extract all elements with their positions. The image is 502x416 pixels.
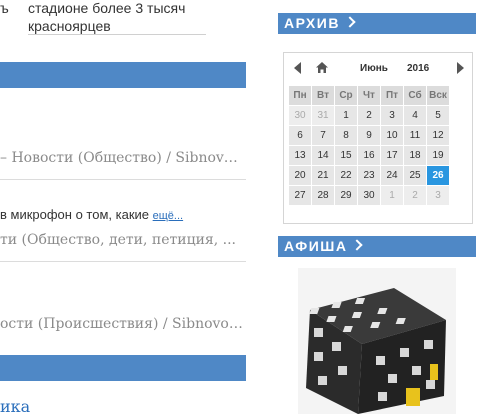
calendar-day[interactable]: 22	[335, 166, 357, 185]
news-meta-3[interactable]: ости (Происшествия) / Sibnovo…	[0, 316, 243, 332]
chevron-right-icon	[351, 239, 364, 251]
calendar-day[interactable]: 25	[404, 166, 426, 185]
calendar-day[interactable]: 23	[358, 166, 380, 185]
calendar-day[interactable]: 29	[335, 186, 357, 205]
calendar-day-today[interactable]: 26	[427, 166, 449, 185]
archive-title-bar[interactable]: АРХИВ	[278, 13, 476, 34]
calendar-day[interactable]: 18	[404, 146, 426, 165]
calendar-week-row: 20 21 22 23 24 25 26	[289, 166, 449, 185]
calendar-header: Июнь 2016	[284, 53, 472, 85]
calendar-day[interactable]: 28	[312, 186, 334, 205]
calendar-day[interactable]: 20	[289, 166, 311, 185]
calendar-day[interactable]: 9	[358, 126, 380, 145]
weekday-label: Ср	[335, 86, 357, 105]
calendar-year: 2016	[407, 63, 430, 74]
article-fragment: ъ	[0, 0, 9, 16]
section-header-bar	[0, 355, 246, 381]
home-icon[interactable]	[315, 61, 329, 74]
calendar-grid: Пн Вт Ср Чт Пт Сб Вск 30 31 1 2 3 4 5 6 7 8 9 10 11 12 13 14 15…	[288, 85, 450, 206]
read-more-link[interactable]: ещё...	[153, 210, 183, 222]
calendar-week-row: 13 14 15 16 17 18 19	[289, 146, 449, 165]
news-meta-1[interactable]: – Новости (Общество) / Sibnov…	[0, 150, 238, 166]
section-header-bar	[0, 62, 246, 88]
calendar-week-row: 27 28 29 30 1 2 3	[289, 186, 449, 205]
calendar-day[interactable]: 6	[289, 126, 311, 145]
calendar-day[interactable]: 1	[381, 186, 403, 205]
calendar-week-row: 30 31 1 2 3 4 5	[289, 106, 449, 125]
calendar-day[interactable]: 2	[404, 186, 426, 205]
calendar-day[interactable]: 21	[312, 166, 334, 185]
keyboard-cube-image	[306, 288, 446, 414]
divider	[0, 179, 246, 180]
calendar-day[interactable]: 3	[381, 106, 403, 125]
weekday-label: Вт	[312, 86, 334, 105]
calendar-day[interactable]: 8	[335, 126, 357, 145]
weekday-label: Пн	[289, 86, 311, 105]
calendar-day[interactable]: 27	[289, 186, 311, 205]
calendar-day[interactable]: 24	[381, 166, 403, 185]
calendar-day[interactable]: 11	[404, 126, 426, 145]
calendar-week-row: 6 7 8 9 10 11 12	[289, 126, 449, 145]
news-meta-2[interactable]: ти (Общество, дети, петиция, ...	[0, 232, 236, 248]
calendar-day[interactable]: 17	[381, 146, 403, 165]
bottom-link[interactable]: ика	[0, 397, 30, 416]
calendar-day[interactable]: 3	[427, 186, 449, 205]
next-month-icon[interactable]	[457, 62, 464, 74]
afisha-poster-image[interactable]	[298, 268, 456, 414]
calendar-day[interactable]: 1	[335, 106, 357, 125]
afisha-title-bar[interactable]: АФИША	[278, 236, 476, 257]
calendar-month: Июнь	[360, 63, 388, 74]
archive-title: АРХИВ	[284, 15, 340, 31]
prev-month-icon[interactable]	[294, 62, 301, 74]
calendar-day[interactable]: 30	[289, 106, 311, 125]
calendar-day[interactable]: 13	[289, 146, 311, 165]
weekday-label: Вск	[427, 86, 449, 105]
weekday-label: Пт	[381, 86, 403, 105]
stadium-text-line1: стадионе более 3 тысяч	[28, 0, 186, 16]
weekday-label: Сб	[404, 86, 426, 105]
calendar-day[interactable]: 16	[358, 146, 380, 165]
stadium-text-line2: красноярцев	[28, 18, 111, 34]
calendar-day[interactable]: 7	[312, 126, 334, 145]
chevron-right-icon	[344, 16, 356, 28]
weekday-row: Пн Вт Ср Чт Пт Сб Вск	[289, 86, 449, 105]
calendar-day[interactable]: 14	[312, 146, 334, 165]
afisha-title: АФИША	[284, 238, 348, 254]
calendar-day[interactable]: 5	[427, 106, 449, 125]
calendar-day[interactable]: 19	[427, 146, 449, 165]
calendar-day[interactable]: 4	[404, 106, 426, 125]
news-snippet-text: в микрофон о том, какие	[0, 207, 150, 222]
calendar-day[interactable]: 15	[335, 146, 357, 165]
calendar-day[interactable]: 12	[427, 126, 449, 145]
weekday-label: Чт	[358, 86, 380, 105]
calendar-day[interactable]: 30	[358, 186, 380, 205]
calendar-day[interactable]: 10	[381, 126, 403, 145]
calendar-day[interactable]: 2	[358, 106, 380, 125]
archive-calendar: Июнь 2016 Пн Вт Ср Чт Пт Сб Вск 30 31 1 2 3 4 5 6 7 8 9 10…	[283, 52, 473, 224]
news-snippet: в микрофон о том, какие ещё...	[0, 207, 183, 222]
divider	[0, 261, 246, 262]
stadium-underline	[28, 34, 206, 35]
calendar-day[interactable]: 31	[312, 106, 334, 125]
